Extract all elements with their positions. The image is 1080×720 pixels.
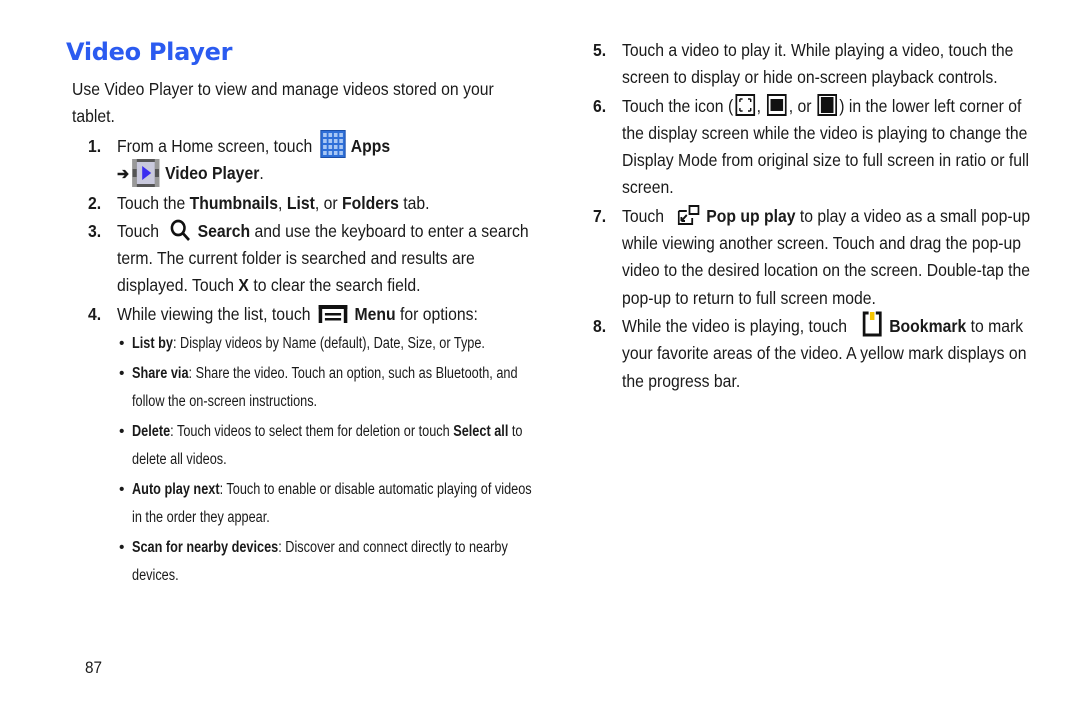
page-title: Video Player	[66, 38, 233, 66]
left-column: Video Player Use Video Player to view an…	[66, 36, 536, 592]
intro-paragraph: Use Video Player to view and manage vide…	[72, 79, 494, 126]
step-number: 7.	[593, 205, 607, 226]
list-item: • Auto play next: Touch to enable or disa…	[119, 480, 532, 527]
apps-label: Apps	[350, 136, 391, 156]
list-item: • List by: Display videos by Name (defaul…	[119, 335, 485, 353]
menu-icon	[318, 304, 348, 323]
step-text: While the video is playing, touch Bookma…	[622, 311, 1041, 395]
list-item: • Scan for nearby devices: Discover and c…	[119, 538, 508, 585]
bookmark-icon	[862, 311, 882, 337]
apps-icon	[320, 130, 346, 159]
step-text: From a Home screen, touch Apps ➔ Video Pl…	[117, 130, 539, 189]
step-4: 4. While viewing the list, touch Menu fo…	[66, 301, 536, 328]
step-text: Touch the Thumbnails, List, or Folders t…	[117, 192, 430, 213]
step-text: Touch Pop up play to play a video as a s…	[622, 205, 1031, 308]
step-6: 6. Touch the icon (, , or ) in the lower…	[593, 93, 1038, 202]
step-number: 5.	[593, 40, 607, 60]
step-5: 5. Touch a video to play it. While playi…	[593, 37, 1038, 92]
step-8: 8. While the video is playing, touch Boo…	[593, 311, 1041, 395]
pop-up-play-icon	[677, 205, 700, 226]
step-text: Touch Search and use the keyboard to ent…	[117, 218, 539, 300]
arrow-icon: ➔	[117, 166, 130, 184]
step-7: 7. Touch Pop up play to play a video as …	[593, 203, 1038, 312]
right-column: 5. Touch a video to play it. While playi…	[593, 36, 1038, 395]
step-text: Touch a video to play it. While playing …	[622, 40, 1014, 88]
full-screen-ratio-icon	[767, 93, 787, 116]
step-text: Touch the icon (, , or ) in the lower le…	[622, 93, 1030, 198]
list-item: • Delete: Touch videos to select them for…	[119, 422, 523, 469]
step-number: 3.	[88, 220, 102, 241]
step-number: 2.	[88, 192, 102, 213]
step-3: 3. Touch Search and use the keyboard to …	[66, 218, 536, 300]
step-number: 6.	[593, 95, 607, 116]
video-player-icon	[132, 158, 160, 187]
page-number: 87	[85, 658, 103, 677]
video-player-label: Video Player	[165, 163, 260, 184]
list-item: • Share via: Share the video. Touch an op…	[119, 364, 518, 411]
step-number: 4.	[88, 303, 102, 324]
step-number: 1.	[88, 136, 102, 156]
step-2: 2. Touch the Thumbnails, List, or Folder…	[66, 190, 536, 217]
full-screen-icon	[817, 93, 838, 116]
search-icon	[170, 219, 190, 242]
menu-options-list: • List by: Display videos by Name (defaul…	[66, 330, 536, 591]
step-number: 8.	[593, 315, 607, 336]
step-1: 1. From a Home screen, touch Apps ➔ Video…	[66, 130, 539, 189]
step-text: While viewing the list, touch Menu for o…	[117, 303, 478, 324]
original-size-icon	[734, 93, 755, 116]
